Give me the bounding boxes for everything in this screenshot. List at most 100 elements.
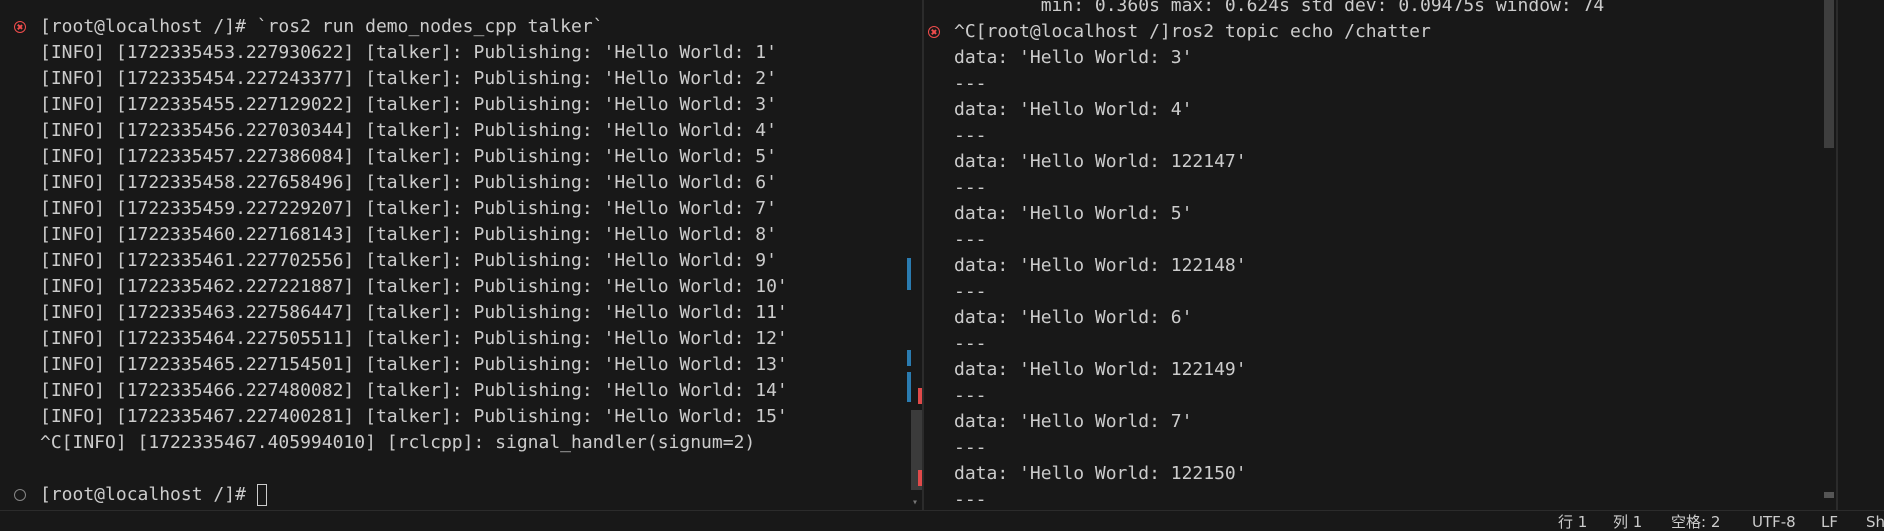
terminal-line: --- [924,227,1884,253]
terminal-line: [INFO] [1722335458.227658496] [talker]: … [0,170,922,196]
eol-setting[interactable]: LF [1821,512,1838,531]
terminal-line-text: [INFO] [1722335466.227480082] [talker]: … [40,380,788,401]
command-success-icon[interactable] [14,489,26,501]
terminal-line: --- [924,71,1884,97]
terminal-pane-left[interactable]: [root@localhost /]# `ros2 run demo_nodes… [0,0,922,510]
terminal-line-text: [INFO] [1722335462.227221887] [talker]: … [40,276,788,297]
terminal-line: --- [924,123,1884,149]
ruler-mark [907,350,911,366]
terminal-line-text: data: 'Hello World: 3' [954,47,1193,68]
terminal-line: [INFO] [1722335463.227586447] [talker]: … [0,300,922,326]
terminal-line: data: 'Hello World: 122149' [924,357,1884,383]
terminal-line-text: [INFO] [1722335461.227702556] [talker]: … [40,250,777,271]
terminal-line-text: --- [954,437,987,458]
terminal-line: data: 'Hello World: 4' [924,97,1884,123]
terminal-line-text: [INFO] [1722335455.227129022] [talker]: … [40,94,777,115]
terminal-line: [INFO] [1722335467.227400281] [talker]: … [0,404,922,430]
terminal-line: [INFO] [1722335453.227930622] [talker]: … [0,40,922,66]
terminal-line-text: data: 'Hello World: 4' [954,99,1193,120]
status-bar: 行 1 列 1 空格: 2 UTF-8 LF Sh [0,510,1884,531]
terminal-line-text: [root@localhost /]# [40,484,257,505]
terminal-line: [INFO] [1722335459.227229207] [talker]: … [0,196,922,222]
terminal-line-text: data: 'Hello World: 7' [954,411,1193,432]
terminal-line: data: 'Hello World: 3' [924,45,1884,71]
command-failed-icon[interactable] [14,21,26,33]
terminal-line-text: --- [954,125,987,146]
terminal-line-text: [INFO] [1722335464.227505511] [talker]: … [40,328,788,349]
ruler-mark [907,258,911,290]
terminal-line-text: ^C[root@localhost /]ros2 topic echo /cha… [954,21,1431,42]
terminal-line-text: ^C[INFO] [1722335467.405994010] [rclcpp]… [40,432,756,453]
terminal-line-text: --- [954,177,987,198]
terminal-line-text: --- [954,489,987,510]
terminal-line-text: [INFO] [1722335456.227030344] [talker]: … [40,120,777,141]
terminal-line: [root@localhost /]# `ros2 run demo_nodes… [0,14,922,40]
terminal-line-text: data: 'Hello World: 122148' [954,255,1247,276]
indentation-setting[interactable]: 空格: 2 [1671,512,1720,531]
scroll-down-icon[interactable]: ▾ [912,497,918,508]
pane-edge [1836,0,1838,510]
terminal-line-text: [INFO] [1722335459.227229207] [talker]: … [40,198,777,219]
terminal-line-text: --- [954,385,987,406]
terminal-line: data: 'Hello World: 5' [924,201,1884,227]
language-mode[interactable]: Sh [1866,512,1884,531]
terminal-line: ^C[INFO] [1722335467.405994010] [rclcpp]… [0,430,922,456]
terminal-line: [INFO] [1722335464.227505511] [talker]: … [0,326,922,352]
terminal-line-text: --- [954,333,987,354]
terminal-cursor [257,484,267,506]
terminal-line: [INFO] [1722335456.227030344] [talker]: … [0,118,922,144]
terminal-line: data: 'Hello World: 122148' [924,253,1884,279]
terminal-line: [INFO] [1722335460.227168143] [talker]: … [0,222,922,248]
right-scrollbar[interactable] [1822,0,1834,510]
terminal-line-text: [INFO] [1722335465.227154501] [talker]: … [40,354,788,375]
terminal-line: [root@localhost /]# [0,482,922,508]
encoding-setting[interactable]: UTF-8 [1752,512,1796,531]
terminal-line: --- [924,279,1884,305]
overview-ruler[interactable]: ▾ [905,0,922,510]
terminal-line: [INFO] [1722335455.227129022] [talker]: … [0,92,922,118]
scrollbar-thumb[interactable] [1824,0,1834,148]
terminal-line: --- [924,435,1884,461]
cursor-line[interactable]: 行 1 [1558,512,1587,531]
terminal-line-text: [root@localhost /]# `ros2 run demo_nodes… [40,16,604,37]
terminal-line: data: 'Hello World: 7' [924,409,1884,435]
terminal-line-text: --- [954,229,987,250]
terminal-line: --- [924,487,1884,510]
terminal-line: data: 'Hello World: 122147' [924,149,1884,175]
terminal-line-text: [INFO] [1722335460.227168143] [talker]: … [40,224,777,245]
terminal-line: data: 'Hello World: 122150' [924,461,1884,487]
terminal-line-text: min: 0.360s max: 0.624s std dev: 0.09475… [954,0,1605,16]
terminal-line: min: 0.360s max: 0.624s std dev: 0.09475… [924,0,1884,19]
editor-window: [root@localhost /]# `ros2 run demo_nodes… [0,0,1884,531]
terminal-line-text: [INFO] [1722335453.227930622] [talker]: … [40,42,777,63]
terminal-line-text: data: 'Hello World: 122147' [954,151,1247,172]
terminal-line-text: --- [954,281,987,302]
terminal-line-text: data: 'Hello World: 6' [954,307,1193,328]
terminal-line: [INFO] [1722335465.227154501] [talker]: … [0,352,922,378]
terminal-line-text: data: 'Hello World: 5' [954,203,1193,224]
scrollbar-marker [1824,492,1834,498]
terminal-line: [INFO] [1722335466.227480082] [talker]: … [0,378,922,404]
cursor-column[interactable]: 列 1 [1613,512,1642,531]
terminal-line-text: --- [954,73,987,94]
terminal-line-text: data: 'Hello World: 122149' [954,359,1247,380]
terminal-line: ^C[root@localhost /]ros2 topic echo /cha… [924,19,1884,45]
ruler-mark [907,372,911,402]
terminal-line: [INFO] [1722335461.227702556] [talker]: … [0,248,922,274]
terminal-line: --- [924,331,1884,357]
terminal-line-text: data: 'Hello World: 122150' [954,463,1247,484]
terminal-line: [INFO] [1722335462.227221887] [talker]: … [0,274,922,300]
terminal-line-text: [INFO] [1722335454.227243377] [talker]: … [40,68,777,89]
terminal-line-text: [INFO] [1722335463.227586447] [talker]: … [40,302,788,323]
terminal-line: [INFO] [1722335454.227243377] [talker]: … [0,66,922,92]
terminal-pane-right[interactable]: min: 0.360s max: 0.624s std dev: 0.09475… [924,0,1884,510]
command-failed-icon[interactable] [928,26,940,38]
terminal-line: [INFO] [1722335457.227386084] [talker]: … [0,144,922,170]
terminal-line: --- [924,383,1884,409]
terminal-line: --- [924,175,1884,201]
terminal-line-text: [INFO] [1722335467.227400281] [talker]: … [40,406,788,427]
terminal-line-text: [INFO] [1722335458.227658496] [talker]: … [40,172,777,193]
terminal-line: data: 'Hello World: 6' [924,305,1884,331]
terminal-line-text: [INFO] [1722335457.227386084] [talker]: … [40,146,777,167]
